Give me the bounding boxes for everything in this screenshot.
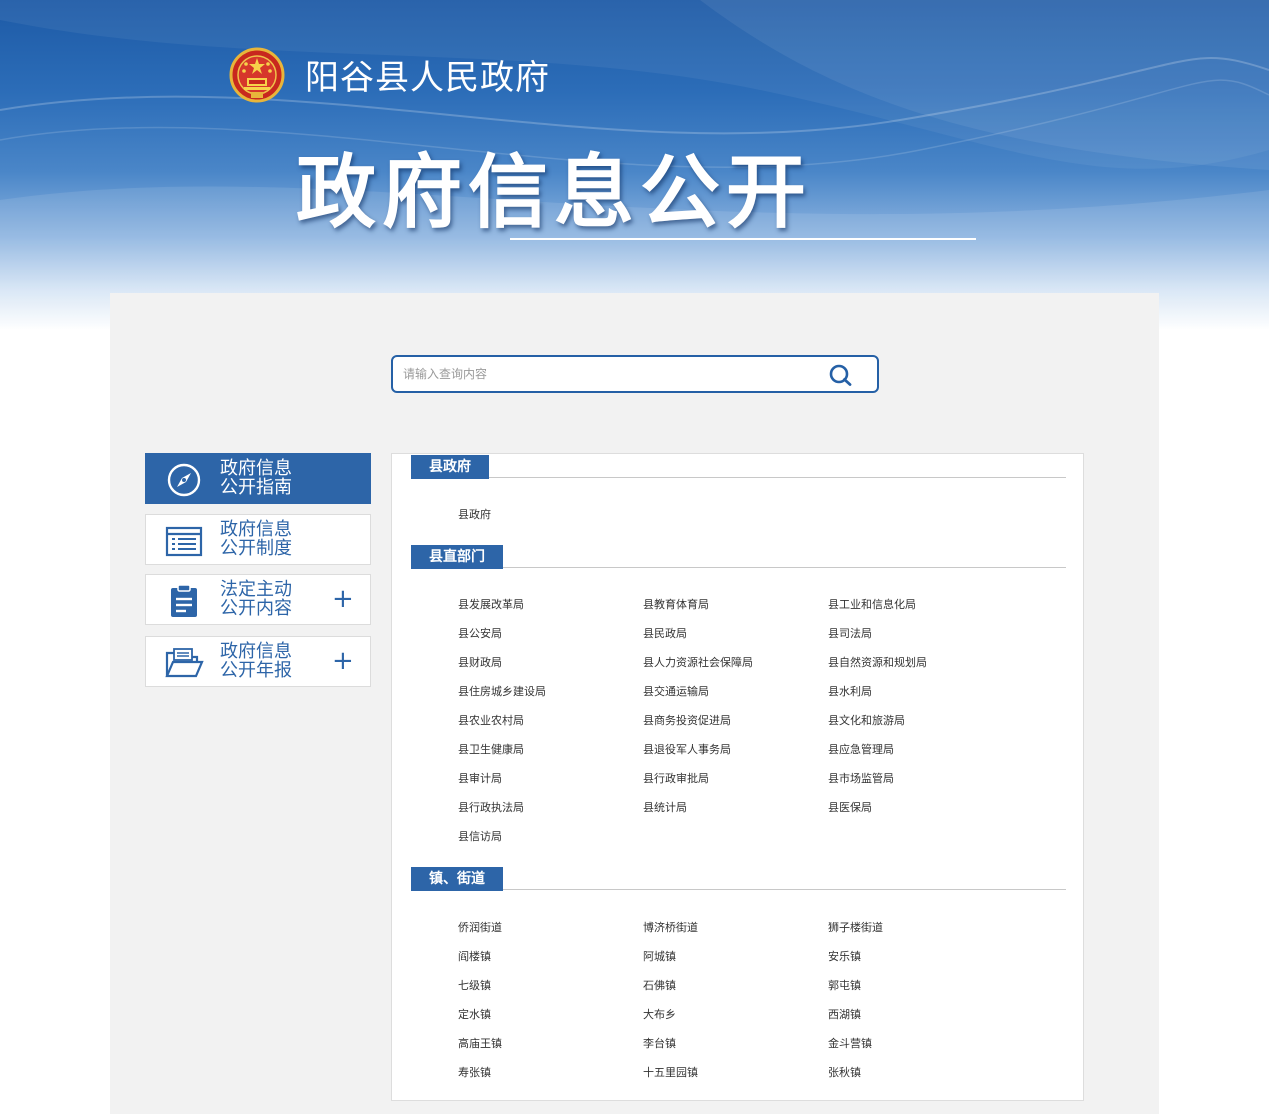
directory-link[interactable]: 安乐镇 [828,950,861,964]
sidebar-item-guide[interactable]: 政府信息 公开指南 [145,453,371,504]
folder-icon [165,648,204,678]
directory-link[interactable]: 石佛镇 [643,979,676,993]
directory-link[interactable]: 县文化和旅游局 [828,714,905,728]
header-banner: 阳谷县人民政府 政府信息公开 [0,0,1269,330]
sidebar-item-statutory-content[interactable]: 法定主动 公开内容 + [145,574,371,625]
directory-link[interactable]: 县行政执法局 [458,801,524,815]
directory-link[interactable]: 侨润街道 [458,921,502,935]
page-title: 政府信息公开 [296,146,812,239]
sidebar-item-label: 政府信息 公开制度 [220,519,292,559]
directory-link[interactable]: 县财政局 [458,656,502,670]
compass-icon [167,463,201,497]
sidebar-item-label: 政府信息 公开年报 [220,641,292,681]
directory-link[interactable]: 定水镇 [458,1008,491,1022]
expand-plus-icon[interactable]: + [332,586,354,612]
directory-link[interactable]: 阿城镇 [643,950,676,964]
directory-link[interactable]: 县民政局 [643,627,687,641]
search-box [391,355,879,393]
clipboard-icon [171,584,197,617]
directory-link[interactable]: 李台镇 [643,1037,676,1051]
section-title: 县政府 [411,455,489,479]
directory-link[interactable]: 七级镇 [458,979,491,993]
directory-link[interactable]: 县行政审批局 [643,772,709,786]
sidebar-item-label: 法定主动 公开内容 [220,579,292,619]
directory-link[interactable]: 阎楼镇 [458,950,491,964]
directory-link[interactable]: 县教育体育局 [643,598,709,612]
sidebar-item-annual-report[interactable]: 政府信息 公开年报 + [145,636,371,687]
expand-plus-icon[interactable]: + [332,648,354,674]
directory-link[interactable]: 县卫生健康局 [458,743,524,757]
directory-link[interactable]: 县公安局 [458,627,502,641]
directory-link[interactable]: 县退役军人事务局 [643,743,731,757]
directory-link[interactable]: 县商务投资促进局 [643,714,731,728]
sidebar-item-system[interactable]: 政府信息 公开制度 [145,514,371,565]
directory-link[interactable]: 县统计局 [643,801,687,815]
directory-link[interactable]: 西湖镇 [828,1008,861,1022]
directory-link[interactable]: 十五里园镇 [643,1066,698,1080]
directory-link[interactable]: 县应急管理局 [828,743,894,757]
title-underline [510,238,976,240]
directory-link[interactable]: 县住房城乡建设局 [458,685,546,699]
directory-link[interactable]: 县农业农村局 [458,714,524,728]
directory-link[interactable]: 高庙王镇 [458,1037,502,1051]
directory-link[interactable]: 县信访局 [458,830,502,844]
directory-link[interactable]: 县医保局 [828,801,872,815]
directory-link[interactable]: 狮子楼街道 [828,921,883,935]
site-name: 阳谷县人民政府 [305,58,550,98]
directory-box: 县政府 县直部门 镇、街道 县政府县发展改革局 县教育体育局 县工业和信息化局县公安… [391,453,1084,1101]
directory-link[interactable]: 张秋镇 [828,1066,861,1080]
directory-link[interactable]: 县市场监管局 [828,772,894,786]
directory-link[interactable]: 县交通运输局 [643,685,709,699]
directory-link[interactable]: 寿张镇 [458,1066,491,1080]
directory-link[interactable]: 金斗营镇 [828,1037,872,1051]
directory-link[interactable]: 博济桥街道 [643,921,698,935]
directory-link[interactable]: 县司法局 [828,627,872,641]
sidebar-item-label: 政府信息 公开指南 [220,458,292,498]
directory-link[interactable]: 县发展改革局 [458,598,524,612]
section-title: 县直部门 [411,545,503,569]
search-icon[interactable] [828,364,854,386]
directory-link[interactable]: 县工业和信息化局 [828,598,916,612]
directory-link[interactable]: 县政府 [458,508,491,522]
directory-link[interactable]: 大布乡 [643,1008,676,1022]
directory-link[interactable]: 县自然资源和规划局 [828,656,927,670]
directory-link[interactable]: 郭屯镇 [828,979,861,993]
directory-link[interactable]: 县水利局 [828,685,872,699]
document-list-icon [165,526,203,557]
directory-link[interactable]: 县人力资源社会保障局 [643,656,753,670]
directory-link[interactable]: 县审计局 [458,772,502,786]
national-emblem-icon [229,47,285,103]
search-input[interactable] [403,357,813,391]
section-title: 镇、街道 [411,867,503,891]
